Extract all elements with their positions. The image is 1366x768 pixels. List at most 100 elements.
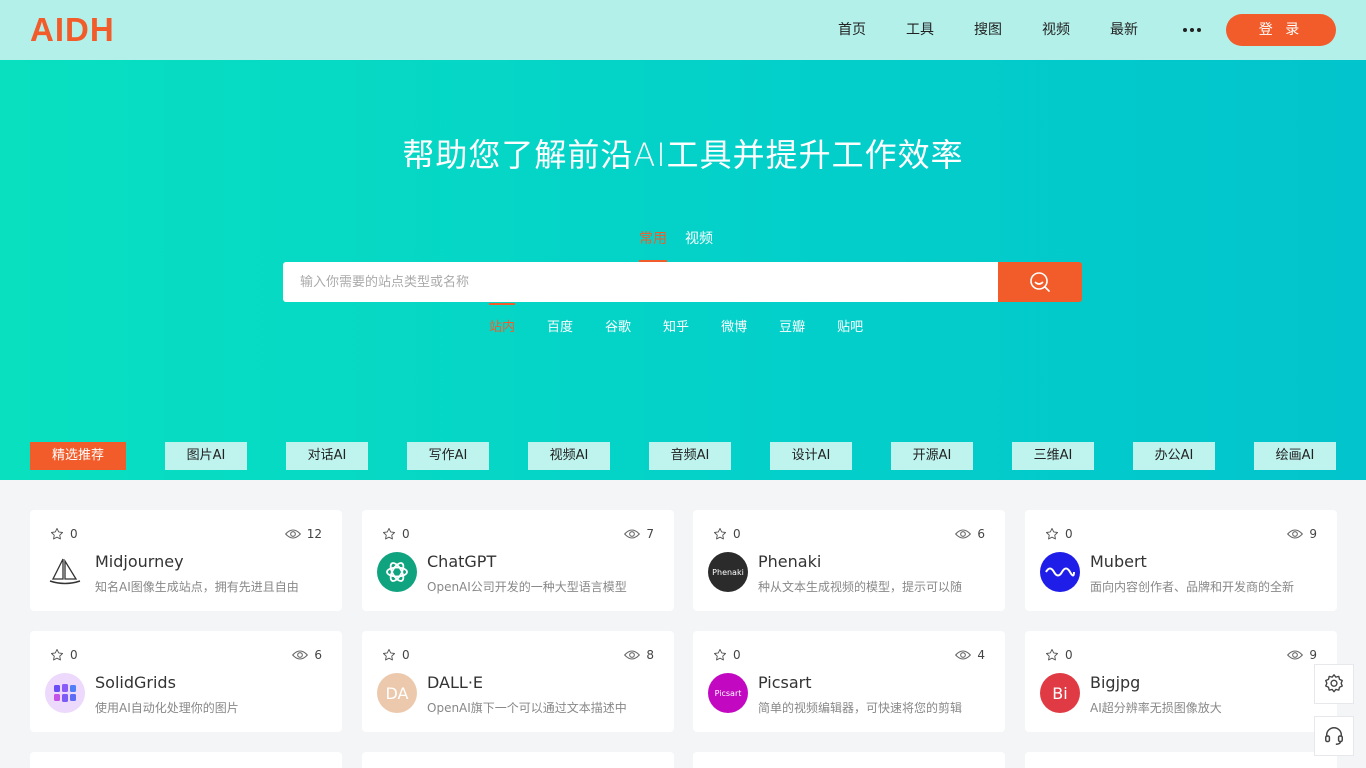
view-count-value: 9 xyxy=(1309,527,1317,541)
engine-zhihu[interactable]: 知乎 xyxy=(663,303,689,335)
view-count: 9 xyxy=(1287,527,1317,541)
favorite-count[interactable]: 0 xyxy=(713,648,741,662)
tool-description: 种从文本生成视频的模型，提示可以随 xyxy=(758,580,963,594)
tool-name: Midjourney xyxy=(95,552,184,571)
engine-douban[interactable]: 豆瓣 xyxy=(779,303,805,335)
tool-card-chatgpt[interactable]: 0 7 ChatGPT OpenAI公司开发的一种大型语言模型 xyxy=(362,510,674,611)
nav-home[interactable]: 首页 xyxy=(818,0,886,62)
tool-card-solidgrids[interactable]: 0 6 SolidGrids 使用AI自动化处理你的图片 xyxy=(30,631,342,732)
eye-icon xyxy=(624,529,641,539)
search-tab-common[interactable]: 常用 xyxy=(639,230,667,262)
favorite-count[interactable]: 0 xyxy=(50,648,78,662)
chatgpt-logo xyxy=(377,552,417,592)
favorite-count-value: 0 xyxy=(402,527,410,541)
tool-card-midjourney[interactable]: 0 12 Midjourney 知名AI图像生成站点，拥有先进且自由 xyxy=(30,510,342,611)
favorite-count-value: 0 xyxy=(733,648,741,662)
nav-image-search[interactable]: 搜图 xyxy=(954,0,1022,60)
favorite-count[interactable]: 0 xyxy=(1045,648,1073,662)
category-3d-ai[interactable]: 三维AI xyxy=(1012,442,1094,470)
favorite-count[interactable]: 0 xyxy=(50,527,78,541)
tool-description: OpenAI公司开发的一种大型语言模型 xyxy=(427,580,627,594)
category-writing-ai[interactable]: 写作AI xyxy=(407,442,489,470)
star-icon xyxy=(713,527,727,540)
tool-description: 知名AI图像生成站点，拥有先进且自由 xyxy=(95,580,299,594)
view-count: 6 xyxy=(955,527,985,541)
phenaki-logo: Phenaki xyxy=(708,552,748,592)
engine-site[interactable]: 站内 xyxy=(489,303,516,335)
mubert-logo xyxy=(1040,552,1080,592)
tool-name: Mubert xyxy=(1090,552,1147,571)
nav-tools[interactable]: 工具 xyxy=(886,0,954,60)
engine-baidu[interactable]: 百度 xyxy=(547,303,573,335)
phenaki-logo-text: Phenaki xyxy=(712,567,744,577)
category-design-ai[interactable]: 设计AI xyxy=(770,442,852,470)
category-opensource-ai[interactable]: 开源AI xyxy=(891,442,973,470)
category-video-ai[interactable]: 视频AI xyxy=(528,442,610,470)
logo-text: AIDH xyxy=(30,11,115,48)
view-count: 8 xyxy=(624,648,654,662)
favorite-count-value: 0 xyxy=(1065,527,1073,541)
tool-description: OpenAI旗下一个可以通过文本描述中 xyxy=(427,701,627,715)
category-chat-ai[interactable]: 对话AI xyxy=(286,442,368,470)
tool-description: 简单的视频编辑器，可快速将您的剪辑 xyxy=(758,701,963,715)
search-tabs: 常用 视频 xyxy=(639,230,713,262)
category-painting-ai[interactable]: 绘画AI xyxy=(1254,442,1336,470)
gear-icon xyxy=(1325,674,1343,693)
tool-card-partial[interactable] xyxy=(693,752,1005,768)
tool-description: AI超分辨率无损图像放大 xyxy=(1090,701,1222,715)
dalle-logo-text: DA xyxy=(385,683,409,703)
tool-card-mubert[interactable]: 0 9 Mubert 面向内容创作者、品牌和开发商的全新 xyxy=(1025,510,1337,611)
tool-card-bigjpg[interactable]: 0 9 Bi Bigjpg AI超分辨率无损图像放大 xyxy=(1025,631,1337,732)
search-box xyxy=(283,262,1082,302)
star-icon xyxy=(1045,527,1059,540)
tool-card-partial[interactable] xyxy=(362,752,674,768)
category-audio-ai[interactable]: 音频AI xyxy=(649,442,731,470)
category-office-ai[interactable]: 办公AI xyxy=(1133,442,1215,470)
eye-icon xyxy=(284,529,301,539)
solidgrids-logo xyxy=(45,673,85,713)
engine-tieba[interactable]: 贴吧 xyxy=(837,303,863,335)
tool-name: Picsart xyxy=(758,673,812,692)
tool-name: ChatGPT xyxy=(427,552,497,571)
tool-card-partial[interactable] xyxy=(1025,752,1337,768)
tool-name: Phenaki xyxy=(758,552,822,571)
eye-icon xyxy=(1287,650,1304,660)
midjourney-logo xyxy=(45,552,85,592)
search-icon xyxy=(1030,272,1050,292)
tool-card-partial[interactable] xyxy=(30,752,342,768)
eye-icon xyxy=(624,650,641,660)
more-icon[interactable] xyxy=(1158,0,1226,60)
engine-google[interactable]: 谷歌 xyxy=(605,303,631,335)
engine-weibo[interactable]: 微博 xyxy=(721,303,747,335)
favorite-count[interactable]: 0 xyxy=(1045,527,1073,541)
tool-card-picsart[interactable]: 0 4 Picsart Picsart 简单的视频编辑器，可快速将您的剪辑 xyxy=(693,631,1005,732)
dalle-logo: DA xyxy=(377,673,417,713)
view-count-value: 6 xyxy=(314,648,322,662)
category-image-ai[interactable]: 图片AI xyxy=(165,442,247,470)
nav-latest[interactable]: 最新 xyxy=(1090,0,1158,60)
tool-name: SolidGrids xyxy=(95,673,176,692)
category-featured[interactable]: 精选推荐 xyxy=(30,442,126,470)
search-tab-video[interactable]: 视频 xyxy=(685,230,713,262)
tool-card-phenaki[interactable]: 0 6 Phenaki Phenaki 种从文本生成视频的模型，提示可以随 xyxy=(693,510,1005,611)
customer-service-button[interactable] xyxy=(1314,716,1354,756)
login-button[interactable]: 登 录 xyxy=(1226,14,1336,46)
search-button[interactable] xyxy=(998,262,1082,302)
nav-video[interactable]: 视频 xyxy=(1022,0,1090,60)
eye-icon xyxy=(955,650,972,660)
category-bar: 精选推荐 图片AI 对话AI 写作AI 视频AI 音频AI 设计AI 开源AI … xyxy=(0,442,1366,470)
view-count: 4 xyxy=(955,648,985,662)
tool-card-dalle[interactable]: 0 8 DA DALL·E OpenAI旗下一个可以通过文本描述中 xyxy=(362,631,674,732)
tool-description: 面向内容创作者、品牌和开发商的全新 xyxy=(1090,580,1295,594)
favorite-count[interactable]: 0 xyxy=(713,527,741,541)
search-input[interactable] xyxy=(283,262,998,302)
headset-icon xyxy=(1325,727,1343,745)
favorite-count-value: 0 xyxy=(1065,648,1073,662)
favorite-count[interactable]: 0 xyxy=(382,648,410,662)
view-count-value: 4 xyxy=(977,648,985,662)
view-count-value: 9 xyxy=(1309,648,1317,662)
site-logo[interactable]: AIDH xyxy=(30,11,115,48)
main-nav: 首页 工具 搜图 视频 最新 xyxy=(818,0,1226,62)
settings-button[interactable] xyxy=(1314,664,1354,704)
favorite-count[interactable]: 0 xyxy=(382,527,410,541)
